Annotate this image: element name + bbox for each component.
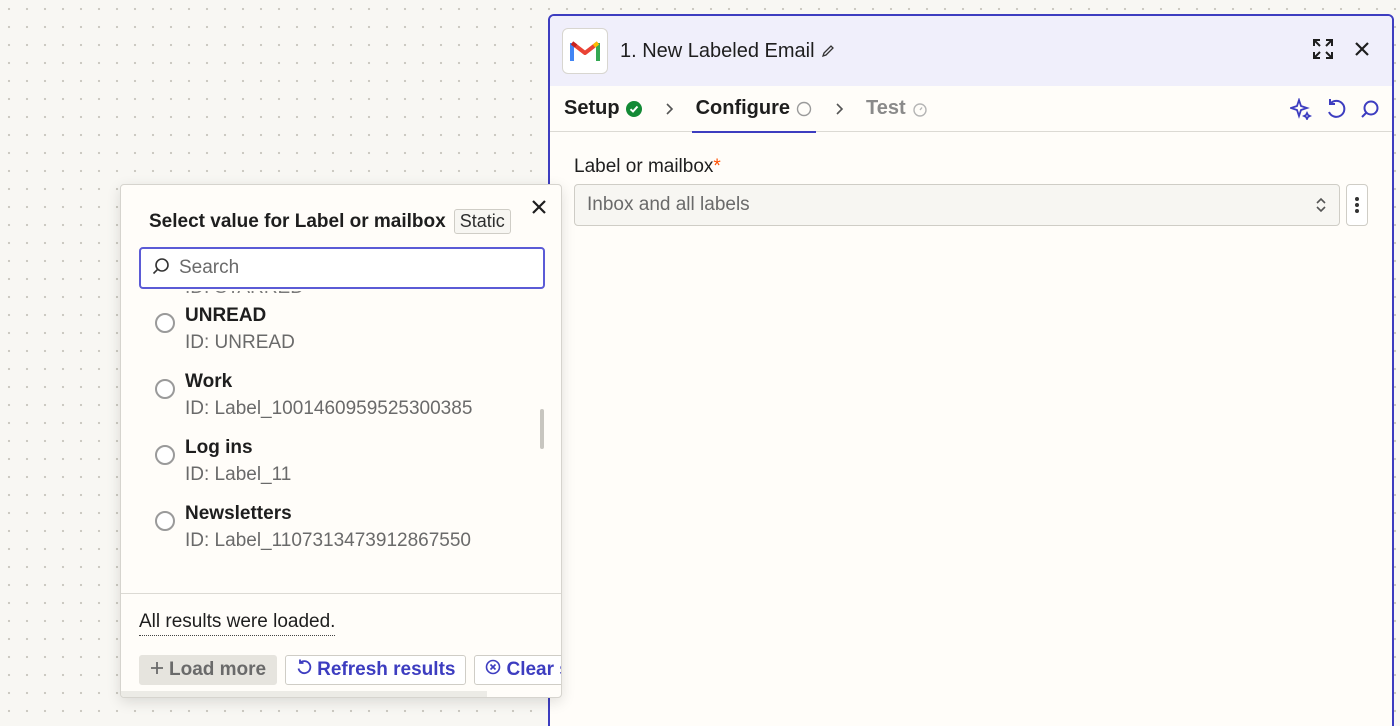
option-id: ID: Label_11 — [185, 464, 292, 485]
button-label: Clear s — [506, 659, 561, 680]
label-field: Label or mailbox* Inbox and all labels — [550, 132, 1392, 226]
step-panel: 1. New Labeled Email Setup Configure Tes… — [548, 14, 1394, 726]
popover-actions: Load more Refresh results Clear s — [139, 655, 561, 685]
tab-setup[interactable]: Setup — [564, 86, 642, 132]
popover-title: Select value for Label or mailbox Static — [149, 209, 511, 234]
button-label: Load more — [169, 659, 267, 680]
horizontal-scrollbar[interactable] — [121, 691, 487, 697]
option-id: ID: Label_1107313473912867550 — [185, 530, 471, 551]
option-name: Log ins — [185, 437, 253, 458]
options-list[interactable]: ID: STARRED UNREAD ID: UNREAD Work ID: L… — [121, 291, 561, 591]
required-mark: * — [713, 156, 721, 177]
timer-icon — [912, 101, 928, 117]
check-circle-icon — [625, 100, 642, 117]
radio-button[interactable] — [155, 445, 175, 465]
button-label: Refresh results — [317, 659, 456, 680]
chevron-right-icon — [664, 102, 674, 116]
popover-title-text: Select value for Label or mailbox — [149, 210, 446, 232]
close-icon[interactable] — [1354, 41, 1370, 57]
results-status: All results were loaded. — [139, 611, 336, 636]
header-actions — [1312, 38, 1370, 60]
panel-title: 1. New Labeled Email — [620, 39, 815, 62]
step-tabs: Setup Configure Test — [550, 86, 1392, 133]
static-badge: Static — [453, 209, 511, 234]
load-more-button[interactable]: Load more — [139, 655, 278, 685]
tab-test[interactable]: Test — [866, 86, 928, 132]
tab-configure[interactable]: Configure — [691, 86, 817, 133]
refresh-results-button[interactable]: Refresh results — [285, 655, 467, 685]
gmail-icon — [562, 28, 608, 74]
updown-icon — [1315, 196, 1327, 220]
tab-label: Setup — [564, 97, 620, 119]
clear-icon — [485, 659, 501, 681]
close-icon[interactable] — [531, 199, 547, 215]
scrollbar[interactable] — [540, 409, 544, 449]
panel-header: 1. New Labeled Email — [550, 16, 1392, 86]
option-name: UNREAD — [185, 305, 267, 326]
refresh-icon — [296, 659, 312, 681]
tab-actions — [1290, 98, 1380, 120]
select-value: Inbox and all labels — [587, 194, 750, 215]
pending-circle-icon — [796, 101, 812, 117]
select-popover: Select value for Label or mailbox Static… — [120, 184, 562, 698]
search-icon — [151, 256, 171, 281]
field-label: Label or mailbox* — [574, 156, 1368, 178]
radio-button[interactable] — [155, 313, 175, 333]
radio-button[interactable] — [155, 511, 175, 531]
sparkle-icon[interactable] — [1290, 98, 1312, 120]
kebab-icon[interactable] — [1346, 184, 1368, 226]
pencil-icon[interactable] — [821, 44, 835, 58]
radio-button[interactable] — [155, 379, 175, 399]
option-id: ID: Label_1001460959525300385 — [185, 398, 473, 419]
search-input[interactable] — [179, 257, 529, 279]
field-label-text: Label or mailbox — [574, 156, 714, 177]
field-row: Inbox and all labels — [574, 184, 1368, 226]
divider — [121, 593, 561, 594]
option-name: Work — [185, 371, 233, 392]
option-id: ID: UNREAD — [185, 332, 295, 353]
option-name: Newsletters — [185, 503, 292, 524]
chevron-right-icon — [834, 102, 844, 116]
tab-label: Configure — [695, 97, 790, 119]
undo-icon[interactable] — [1326, 98, 1346, 120]
tab-label: Test — [866, 97, 906, 119]
search-field[interactable] — [139, 247, 545, 289]
search-icon[interactable] — [1360, 98, 1380, 120]
cut-off-option-id: ID: STARRED — [185, 291, 304, 299]
plus-icon — [150, 659, 164, 681]
label-select[interactable]: Inbox and all labels — [574, 184, 1341, 226]
clear-selection-button[interactable]: Clear s — [474, 655, 561, 685]
expand-icon[interactable] — [1312, 38, 1334, 60]
